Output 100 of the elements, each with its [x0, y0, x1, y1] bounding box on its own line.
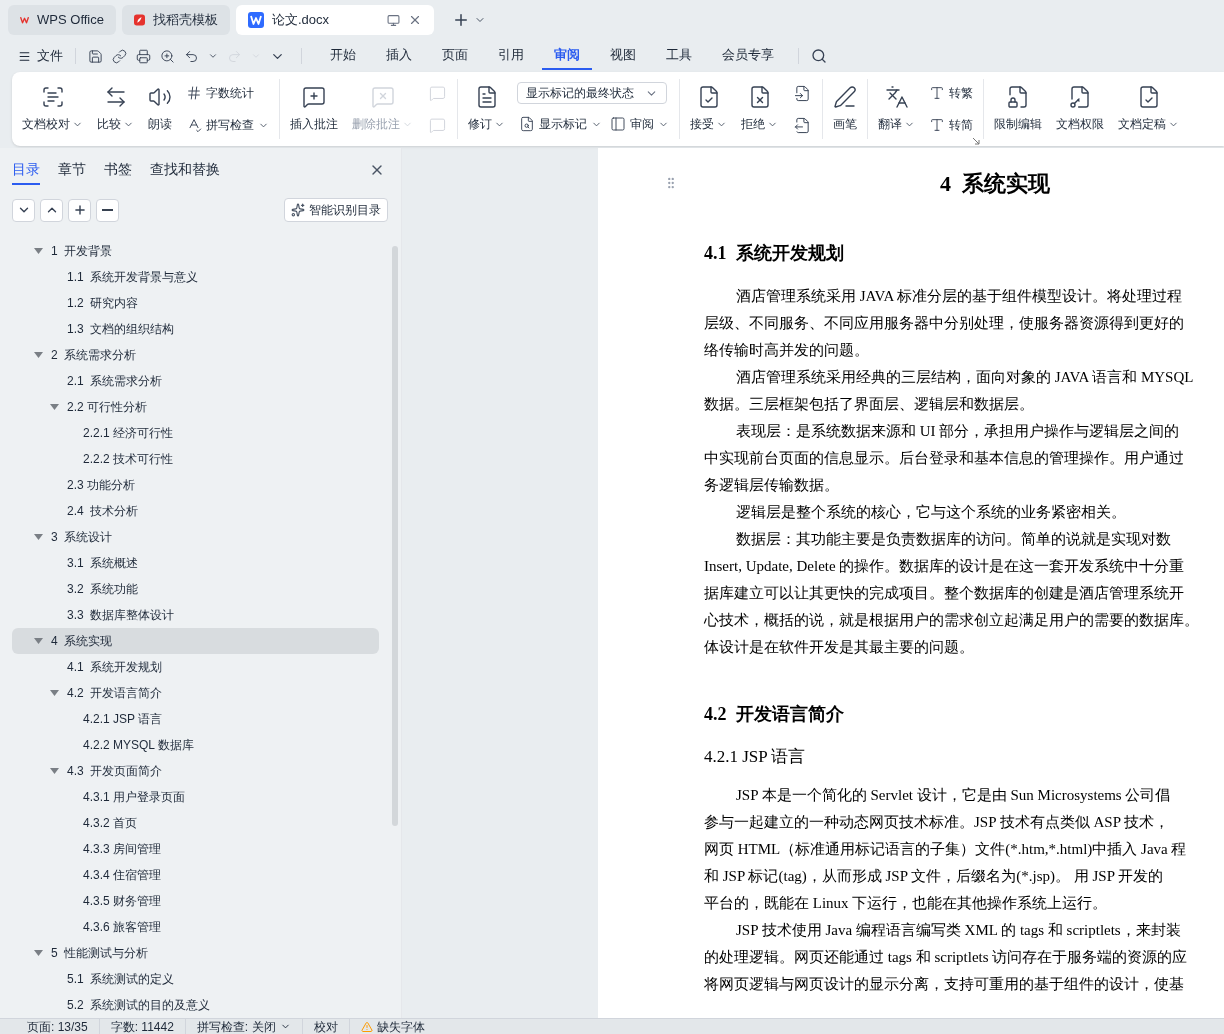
- document-tab[interactable]: WPS Office: [8, 5, 116, 35]
- outline-item[interactable]: 3.3 数据库整体设计: [12, 602, 379, 628]
- scrollbar[interactable]: [392, 246, 398, 826]
- outline-item[interactable]: 3.1 系统概述: [12, 550, 379, 576]
- status-text: 校对: [313, 1018, 338, 1034]
- ribbon-tab[interactable]: 插入: [374, 42, 424, 70]
- sidebar-tab[interactable]: 目录: [12, 155, 40, 186]
- ribbon-button[interactable]: 转繁: [927, 81, 975, 105]
- document-key-icon: [1068, 85, 1092, 109]
- paragraph: JSP 本是一个简化的 Servlet 设计，它是由 Sun Microsystems 公司倡 参与一起建立的一种动态网页技术标准。JSP 技术有点类似 ASP 技术， 网页 HTML（标准通用标记语言的子集）文件(*.htm,*.html)中插入 Java 程 和 JSP 标记(tag)，从而形成 JSP 文件，后缀名为(*.jsp)。 用 JSP 开发的 平台的，既能在 Linux 下运行，也能在其他操作系统上运行。: [704, 785, 1187, 913]
- outline-item[interactable]: 1.2 研究内容: [12, 290, 379, 316]
- sidebar-tab[interactable]: 书签: [104, 155, 132, 186]
- outline-item[interactable]: 3.2 系统功能: [12, 576, 379, 602]
- outline-item[interactable]: 4.2 开发语言简介: [12, 680, 379, 706]
- outline-item[interactable]: 4.3.6 旅客管理: [12, 914, 379, 940]
- comment-add-icon: [302, 85, 326, 109]
- outline-item[interactable]: 1 开发背景: [12, 238, 379, 264]
- outline-item[interactable]: 4.2.2 MYSQL 数据库: [12, 732, 379, 758]
- markup-select[interactable]: 显示标记的最终状态: [517, 82, 667, 104]
- document-tab[interactable]: 找稻壳模板: [122, 5, 230, 35]
- new-tab-icon[interactable]: [452, 11, 470, 29]
- ribbon-button[interactable]: 朗读: [146, 79, 174, 139]
- ribbon-button[interactable]: 限制编辑: [992, 79, 1044, 139]
- paragraph: 逻辑层是整个系统的核心，它与这个系统的业务紧密相关。: [735, 503, 1126, 522]
- ribbon-button[interactable]: 转简: [927, 113, 975, 137]
- status-button[interactable]: 拼写检查: 关闭: [196, 1017, 291, 1034]
- outline-item[interactable]: 4.3.4 住宿管理: [12, 862, 379, 888]
- expanded-triangle-icon: [34, 533, 43, 541]
- outline-item[interactable]: 3 系统设计: [12, 524, 379, 550]
- minus-icon: [102, 209, 113, 212]
- ribbon-button[interactable]: 拒绝: [739, 79, 780, 139]
- document-tab[interactable]: 论文.docx: [236, 5, 434, 35]
- ribbon-tab[interactable]: 工具: [654, 42, 704, 70]
- outline-item[interactable]: 4.2.1 JSP 语言: [12, 706, 379, 732]
- collapse-down-button[interactable]: [12, 198, 35, 222]
- outline-item[interactable]: 4.1 系统开发规划: [12, 654, 379, 680]
- ribbon-button[interactable]: 文档权限: [1054, 79, 1106, 139]
- close-icon[interactable]: [408, 13, 422, 27]
- warning-icon: [360, 1020, 373, 1033]
- ribbon-button[interactable]: 接受: [688, 79, 729, 139]
- outline-item[interactable]: 4.3.1 用户登录页面: [12, 784, 379, 810]
- ribbon-button[interactable]: 文档校对: [20, 79, 85, 139]
- outline-item[interactable]: 2.4 技术分析: [12, 498, 379, 524]
- ribbon-button[interactable]: 拼写检查: [184, 113, 271, 137]
- ribbon-button[interactable]: 插入批注: [288, 79, 340, 139]
- ribbon-button[interactable]: 字数统计: [184, 81, 271, 105]
- dialog-launcher-icon[interactable]: [973, 138, 980, 145]
- outline-item[interactable]: 2.1 系统需求分析: [12, 368, 379, 394]
- demote-button[interactable]: [96, 198, 119, 222]
- sparkle-icon: [291, 203, 305, 218]
- pen-icon: [833, 85, 857, 109]
- paragraph: 酒店管理系统采用 JAVA 标准分层的基于组件模型设计。将处理过程 层级、不同服务、不同应用服务器中分别处理，使服务器资源得到更好的 络传输时高并发的问题。: [704, 287, 1184, 360]
- status-button[interactable]: 缺失字体: [376, 1017, 425, 1034]
- print-icon[interactable]: [136, 48, 151, 64]
- outline-item[interactable]: 2.2.2 技术可行性: [12, 446, 379, 472]
- outline-item[interactable]: 4.3 开发页面简介: [12, 758, 379, 784]
- ribbon-button[interactable]: 显示标记: [517, 112, 604, 136]
- file-menu-button[interactable]: 文件: [18, 46, 63, 66]
- promote-button[interactable]: [68, 198, 91, 222]
- document-arrow-icon: [793, 84, 811, 102]
- ribbon-tab[interactable]: 开始: [318, 42, 368, 70]
- sidebar-tab[interactable]: 查找和替换: [150, 155, 220, 186]
- outline-item[interactable]: 2.3 功能分析: [12, 472, 379, 498]
- ribbon-button[interactable]: 比较: [95, 79, 136, 139]
- outline-item[interactable]: 5.2 系统测试的目的及意义: [12, 992, 379, 1018]
- outline-item[interactable]: 2 系统需求分析: [12, 342, 379, 368]
- ribbon-button[interactable]: 画笔: [831, 79, 859, 139]
- scan-text-icon: [40, 85, 65, 109]
- translate-icon: [884, 85, 909, 109]
- undo-icon[interactable]: [184, 48, 199, 64]
- expanded-triangle-icon: [50, 689, 59, 697]
- print-preview-icon[interactable]: [160, 48, 175, 64]
- ribbon-button[interactable]: 翻译: [876, 79, 917, 139]
- sidebar-tab[interactable]: 章节: [58, 155, 86, 186]
- save-icon[interactable]: [88, 48, 103, 64]
- outline-item[interactable]: 2.2 可行性分析: [12, 394, 379, 420]
- ribbon-button[interactable]: 审阅: [608, 112, 671, 136]
- outline-item[interactable]: 4.3.2 首页: [12, 810, 379, 836]
- outline-item[interactable]: 5 性能测试与分析: [12, 940, 379, 966]
- outline-item[interactable]: 4 系统实现: [12, 628, 379, 654]
- smart-toc-button[interactable]: 智能识别目录: [284, 198, 388, 223]
- monitor-icon[interactable]: [387, 13, 400, 27]
- link-icon[interactable]: [112, 48, 127, 64]
- ribbon-tab[interactable]: 会员专享: [710, 42, 786, 70]
- expand-up-button[interactable]: [40, 198, 63, 222]
- ribbon-tab[interactable]: 引用: [486, 42, 536, 70]
- outline-item[interactable]: 4.3.3 房间管理: [12, 836, 379, 862]
- document-search-icon: [519, 116, 535, 132]
- outline-item[interactable]: 5.1 系统测试的定义: [12, 966, 379, 992]
- outline-item[interactable]: 1.1 系统开发背景与意义: [12, 264, 379, 290]
- ribbon-tab[interactable]: 视图: [598, 42, 648, 70]
- search-icon[interactable]: [811, 48, 827, 64]
- outline-item[interactable]: 2.2.1 经济可行性: [12, 420, 379, 446]
- ribbon-tab[interactable]: 审阅: [542, 42, 592, 70]
- outline-item[interactable]: 1.3 文档的组织结构: [12, 316, 379, 342]
- ribbon-button[interactable]: 文档定稿: [1116, 79, 1181, 139]
- ribbon-tab[interactable]: 页面: [430, 42, 480, 70]
- ribbon-button[interactable]: 修订: [466, 79, 507, 139]
- outline-item[interactable]: 4.3.5 财务管理: [12, 888, 379, 914]
- caret-icon[interactable]: [208, 51, 218, 61]
